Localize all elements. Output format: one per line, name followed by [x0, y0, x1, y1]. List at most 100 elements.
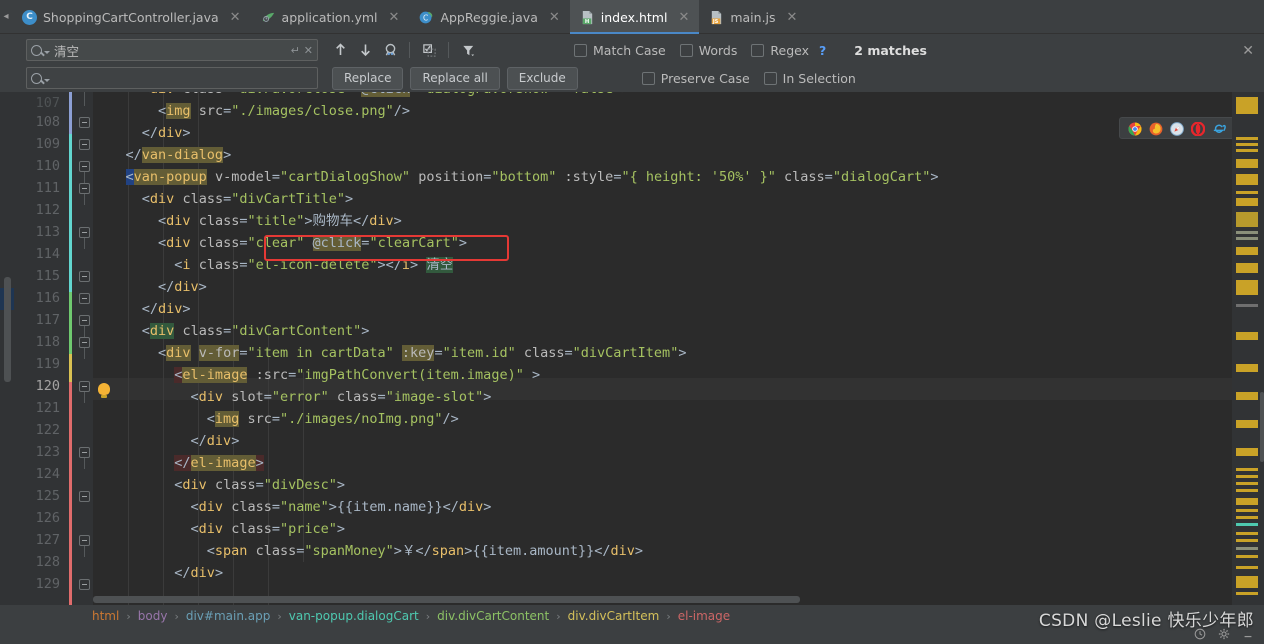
- spring-boot-class-icon: C: [419, 10, 434, 25]
- line-number: 129: [35, 576, 60, 592]
- code-line-113: <div class="title">购物车</div>: [93, 213, 402, 229]
- in-selection-label: In Selection: [782, 70, 856, 86]
- toolbar-separator: [448, 42, 449, 58]
- line-number: 128: [35, 554, 60, 570]
- error-stripe-and-minimap[interactable]: [1232, 92, 1264, 605]
- replace-button[interactable]: Replace: [332, 66, 404, 90]
- internet-explorer-icon[interactable]: [1212, 121, 1226, 135]
- code-line-124: </el-image>: [174, 455, 264, 471]
- chevron-down-icon[interactable]: [44, 79, 50, 82]
- code-line-125: <div class="divDesc">: [93, 477, 346, 493]
- newline-icon[interactable]: ↵: [291, 44, 300, 57]
- replace-all-button-label: Replace all: [422, 71, 488, 85]
- select-all-occurrences-icon[interactable]: [419, 40, 439, 60]
- tab-label: main.js: [730, 9, 776, 25]
- tab-application-yml[interactable]: application.yml ✕: [251, 0, 410, 34]
- code-line-126: <div class="name">{{item.name}}</div>: [93, 499, 492, 515]
- breadcrumb-item-divcartitem[interactable]: div.divCartItem: [568, 609, 660, 623]
- find-in-path-icon[interactable]: [380, 40, 400, 60]
- chrome-icon[interactable]: [1128, 121, 1142, 136]
- line-number: 109: [35, 136, 60, 152]
- svg-text:H: H: [585, 19, 589, 25]
- replace-buttons: Replace Replace all Exclude: [332, 66, 578, 90]
- match-count-label: 2 matches: [854, 42, 927, 58]
- close-icon[interactable]: ✕: [676, 11, 691, 24]
- line-number: 119: [35, 356, 60, 372]
- opera-icon[interactable]: [1190, 121, 1206, 137]
- toolbar-separator: [409, 42, 410, 58]
- breadcrumb-item-html[interactable]: html: [92, 609, 119, 623]
- line-number: 113: [35, 224, 60, 240]
- clear-icon[interactable]: ✕: [304, 44, 313, 57]
- breadcrumb-separator-icon: ›: [174, 609, 179, 623]
- editor-tab-bar: ◂ ShoppingCartController.java ✕ applicat…: [0, 0, 1264, 34]
- preserve-case-label: Preserve Case: [660, 70, 750, 86]
- exclude-button[interactable]: Exclude: [506, 66, 578, 90]
- breadcrumb-item-van-popup[interactable]: van-popup.dialogCart: [289, 609, 419, 623]
- code-folding-markers[interactable]: [76, 92, 93, 605]
- find-options-row-1: Match Case Words Regex ? 2 matches: [574, 43, 927, 58]
- search-icon: [31, 44, 42, 56]
- tab-index-html[interactable]: H index.html ✕: [569, 0, 700, 34]
- code-line-116: </div>: [93, 279, 207, 295]
- code-line-107: <div class="divFavorClose" @click="dialo…: [93, 92, 1232, 100]
- line-number: 116: [35, 290, 60, 306]
- line-number: 108: [35, 114, 60, 130]
- close-icon[interactable]: ✕: [228, 11, 243, 24]
- replace-all-button[interactable]: Replace all: [410, 66, 500, 90]
- breadcrumb-separator-icon: ›: [425, 609, 431, 623]
- preserve-case-checkbox[interactable]: Preserve Case: [641, 70, 750, 86]
- close-icon[interactable]: ✕: [387, 11, 402, 24]
- line-number: 125: [35, 488, 60, 504]
- code-line-117: </div>: [93, 301, 191, 317]
- exclude-button-label: Exclude: [518, 71, 566, 85]
- horizontal-scrollbar[interactable]: [93, 596, 800, 603]
- intellij-idea-window: ◂ ShoppingCartController.java ✕ applicat…: [0, 0, 1264, 644]
- find-previous-icon[interactable]: [330, 40, 350, 60]
- tab-main-js[interactable]: JS main.js ✕: [699, 0, 807, 34]
- breadcrumb-item-divcartcontent[interactable]: div.divCartContent: [437, 609, 549, 623]
- in-selection-checkbox[interactable]: In Selection: [763, 70, 856, 86]
- vertical-scrollbar-thumb[interactable]: [1260, 392, 1264, 462]
- breadcrumb-item-body[interactable]: body: [138, 609, 168, 623]
- tab-label: application.yml: [281, 9, 378, 25]
- breadcrumb-item-main-app[interactable]: div#main.app: [186, 609, 271, 623]
- code-line-115: <i class="el-icon-delete"></i> 清空: [93, 257, 454, 273]
- search-field-tools: ↵ ✕: [291, 44, 313, 57]
- words-label: Words: [698, 42, 738, 58]
- tab-shoppingcartcontroller-java[interactable]: ShoppingCartController.java ✕: [12, 0, 251, 34]
- find-options-row-2: Preserve Case In Selection: [641, 70, 856, 86]
- search-input[interactable]: 清空 ↵ ✕: [26, 39, 318, 61]
- safari-icon[interactable]: [1170, 121, 1184, 136]
- regex-checkbox[interactable]: Regex: [751, 43, 809, 58]
- replace-button-label: Replace: [344, 71, 392, 85]
- close-find-panel-icon[interactable]: ✕: [1242, 43, 1254, 59]
- tab-scroll-left-icon[interactable]: ◂: [0, 0, 12, 33]
- search-icon: [31, 72, 42, 84]
- filter-icon[interactable]: [458, 40, 478, 60]
- code-line-120: <el-image :src="imgPathConvert(item.imag…: [174, 367, 541, 383]
- vcs-change-marker: [69, 92, 72, 605]
- line-number: 117: [35, 312, 60, 328]
- tab-appreggie-java[interactable]: C AppReggie.java ✕: [409, 0, 569, 34]
- regex-label: Regex: [770, 42, 809, 58]
- replace-input[interactable]: [26, 67, 318, 89]
- chevron-down-icon[interactable]: [44, 51, 50, 54]
- words-checkbox[interactable]: Words: [679, 42, 738, 58]
- code-line-112: <div class="divCartTitle">: [93, 191, 354, 207]
- match-case-checkbox[interactable]: Match Case: [574, 43, 666, 58]
- checkbox-box: [751, 43, 765, 57]
- code-text[interactable]: <div class="divFavorClose" @click="dialo…: [93, 92, 1232, 605]
- line-number: 115: [35, 268, 60, 284]
- firefox-icon[interactable]: [1149, 121, 1163, 136]
- code-editor[interactable]: 107 108 109 110 111 112 113 114 115 116 …: [0, 92, 1264, 605]
- close-icon[interactable]: ✕: [547, 11, 562, 24]
- watermark-text: CSDN @Leslie 快乐少年郎: [1038, 611, 1254, 631]
- line-number: 112: [35, 202, 60, 218]
- code-line-114: <div class="clear" @click="clearCart">: [93, 235, 467, 251]
- match-case-label: Match Case: [593, 42, 666, 58]
- regex-help-icon[interactable]: ?: [819, 43, 826, 58]
- close-icon[interactable]: ✕: [785, 11, 800, 24]
- breadcrumb-item-el-image[interactable]: el-image: [678, 609, 730, 623]
- find-next-icon[interactable]: [355, 40, 375, 60]
